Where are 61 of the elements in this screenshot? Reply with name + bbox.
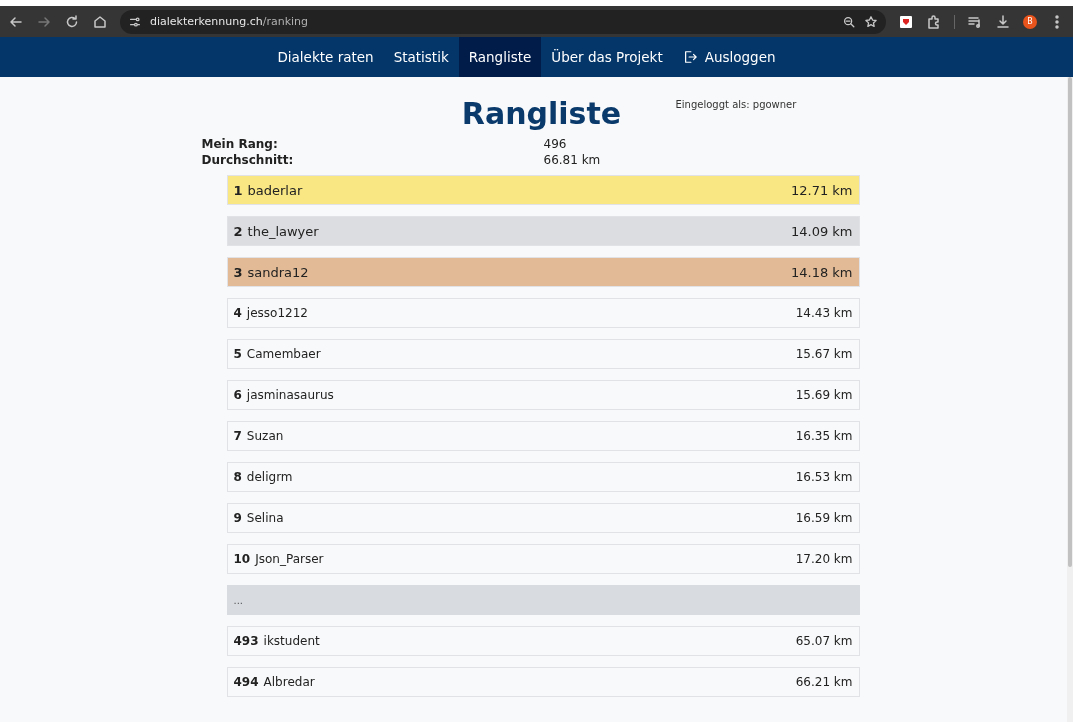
shield-extension-icon[interactable] xyxy=(898,13,914,30)
player-name: baderlar xyxy=(247,182,303,198)
distance-value: 12.71 km xyxy=(790,182,853,198)
page-title: Rangliste xyxy=(461,96,622,132)
distance-value: 17.20 km xyxy=(795,552,853,566)
distance-value: 14.43 km xyxy=(795,306,853,320)
nav-link[interactable]: Rangliste xyxy=(458,37,542,77)
player-name: Camembaer xyxy=(246,347,321,361)
distance-value: 15.69 km xyxy=(795,388,853,402)
player-name: jasminasaurus xyxy=(246,388,334,402)
player-name: Albredar xyxy=(263,675,315,689)
rank-number: 7 xyxy=(233,429,242,443)
rank-number: 10 xyxy=(233,552,251,566)
summary-label: Durchschnitt: xyxy=(201,152,295,168)
distance-value: 65.07 km xyxy=(795,634,853,648)
rank-number: 1 xyxy=(233,182,243,198)
distance-value: 16.35 km xyxy=(795,429,853,443)
ellipsis-text: ... xyxy=(233,594,245,606)
distance-value: 14.18 km xyxy=(790,264,853,280)
nav-link[interactable]: Ausloggen xyxy=(672,37,786,77)
distance-value: 66.21 km xyxy=(795,675,853,689)
player-name: jesso1212 xyxy=(246,306,308,320)
summary-label: Mein Rang: xyxy=(201,136,279,152)
summary-value: 496 xyxy=(543,136,568,152)
url-text[interactable]: dialekterkennung.ch/ranking xyxy=(150,15,309,28)
player-name: sandra12 xyxy=(247,264,309,280)
player-name: the_lawyer xyxy=(247,223,319,239)
nav-link[interactable]: Über das Projekt xyxy=(541,37,673,77)
home-icon[interactable] xyxy=(92,13,108,30)
player-name: Json_Parser xyxy=(255,552,324,566)
distance-value: 16.53 km xyxy=(795,470,853,484)
scrollbar[interactable] xyxy=(1067,77,1073,722)
zoom-icon[interactable] xyxy=(842,14,856,29)
puzzle-icon[interactable] xyxy=(926,13,942,30)
profile-avatar[interactable]: B xyxy=(1023,14,1037,29)
logout-icon xyxy=(682,50,697,64)
site-settings-icon[interactable] xyxy=(128,14,142,29)
login-status: Eingeloggt als: pgowner xyxy=(675,99,797,110)
rank-number: 8 xyxy=(233,470,242,484)
reload-icon[interactable] xyxy=(64,13,80,30)
rank-number: 6 xyxy=(233,388,242,402)
download-icon[interactable] xyxy=(995,13,1011,30)
rank-number: 9 xyxy=(233,511,242,525)
distance-value: 16.59 km xyxy=(795,511,853,525)
summary-value: 66.81 km xyxy=(543,152,602,168)
nav-link[interactable]: Dialekte raten xyxy=(267,37,384,77)
player-name: ikstudent xyxy=(263,634,320,648)
address-bar[interactable]: dialekterkennung.ch/ranking xyxy=(120,9,886,34)
rank-number: 3 xyxy=(233,264,243,280)
nav-link[interactable]: Statistik xyxy=(383,37,459,77)
rank-number: 4 xyxy=(233,306,242,320)
star-icon[interactable] xyxy=(864,14,878,29)
distance-value: 15.67 km xyxy=(795,347,853,361)
player-name: Suzan xyxy=(246,429,284,443)
player-name: deligrm xyxy=(246,470,293,484)
player-name: Selina xyxy=(246,511,284,525)
distance-value: 14.09 km xyxy=(790,223,853,239)
rank-number: 494 xyxy=(233,675,259,689)
rank-number: 2 xyxy=(233,223,243,239)
rank-number: 493 xyxy=(233,634,259,648)
rank-number: 5 xyxy=(233,347,242,361)
